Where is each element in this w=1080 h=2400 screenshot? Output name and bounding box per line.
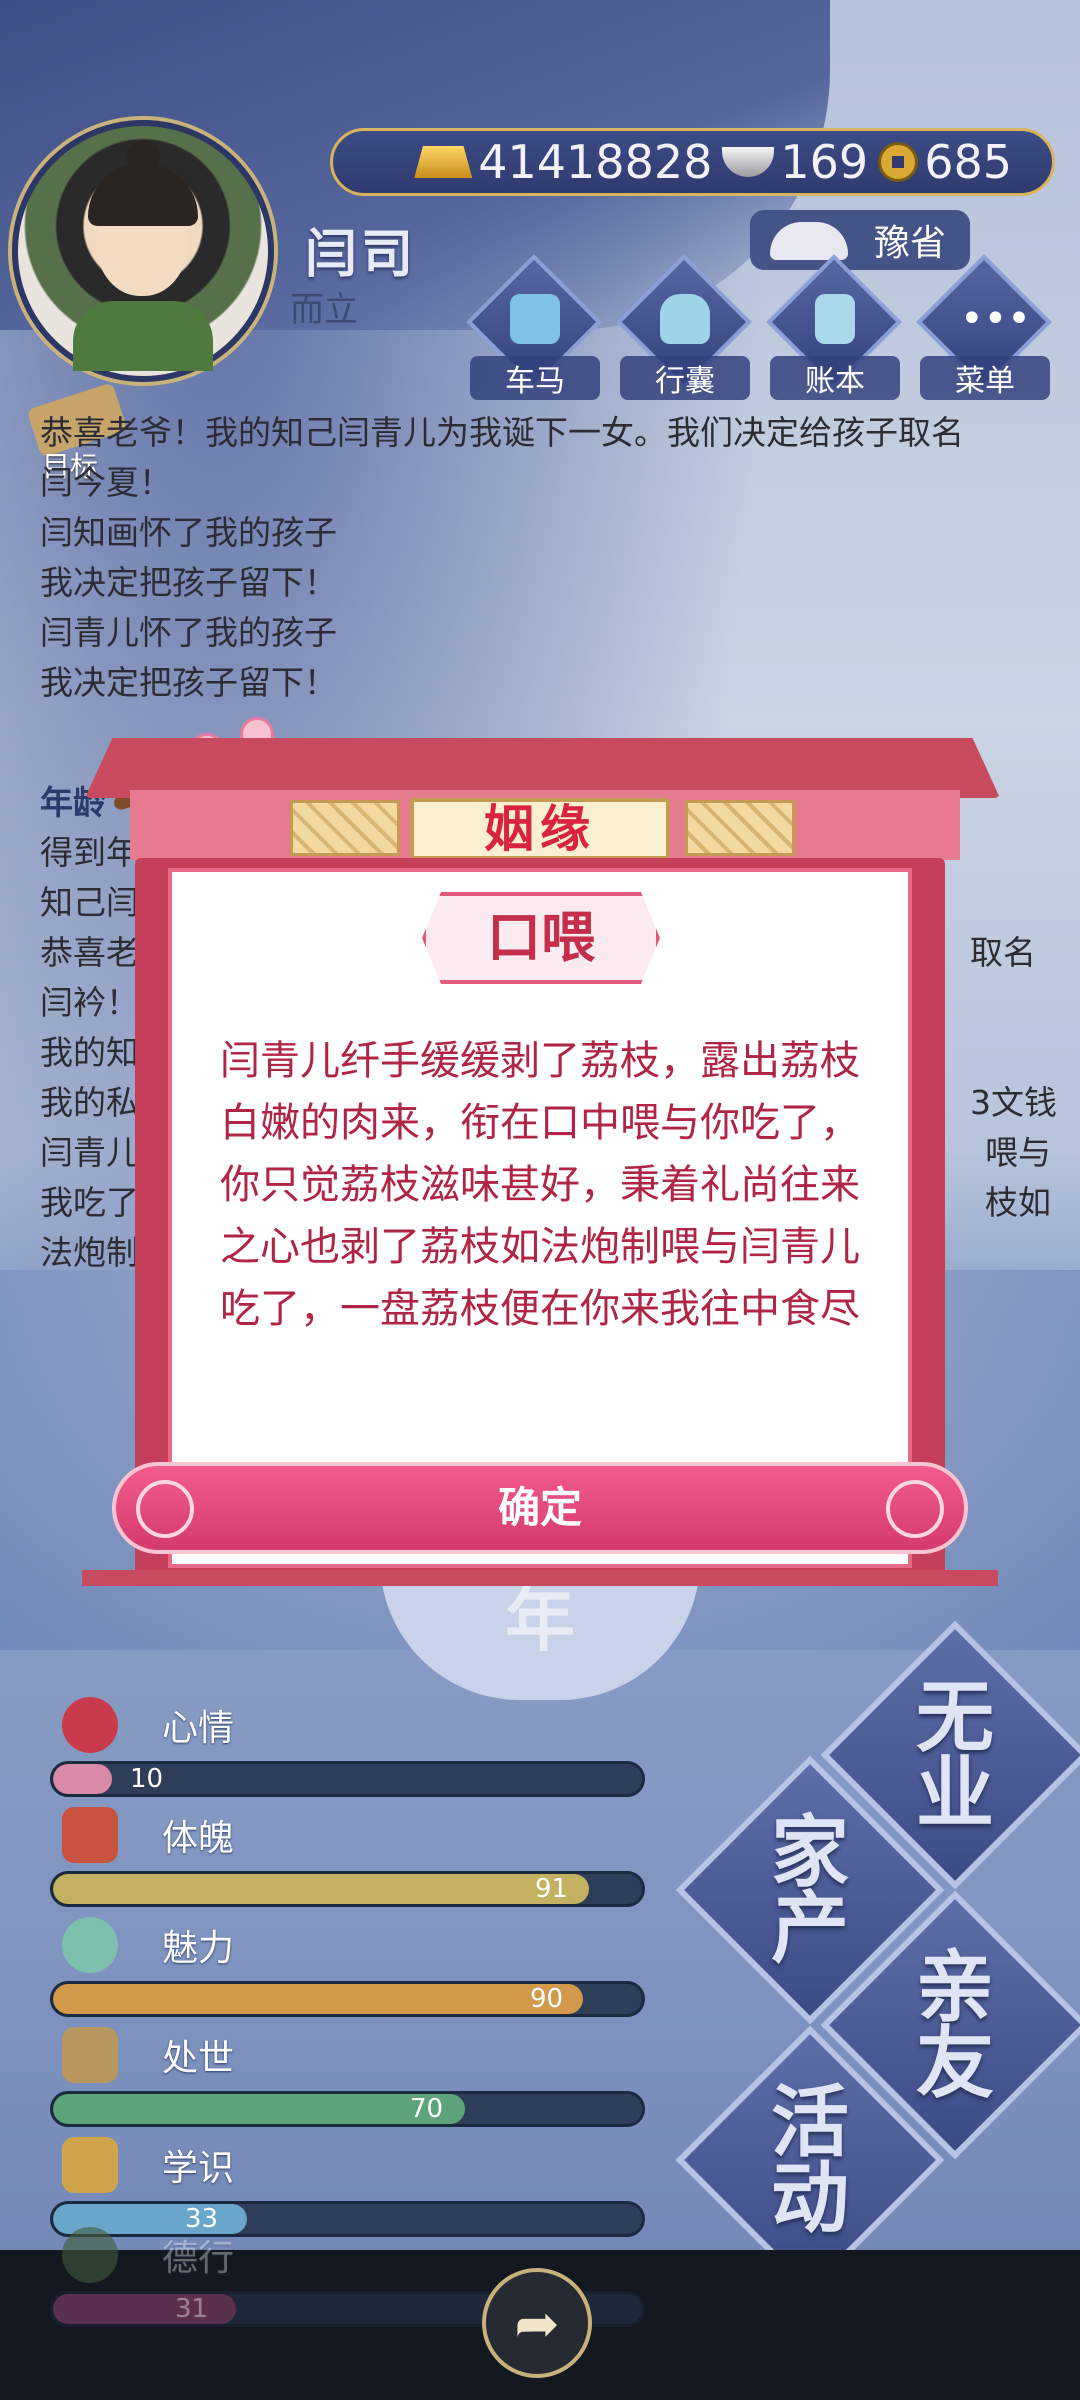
stat-fill	[53, 1874, 589, 1904]
confirm-button[interactable]: 确定	[112, 1462, 968, 1554]
bag-icon	[660, 294, 710, 344]
player-name: 闫司	[305, 225, 418, 285]
modal-roof	[85, 738, 1000, 798]
log-line: 闫知画怀了我的孩子	[40, 513, 337, 552]
kettlebell-icon	[62, 1807, 118, 1863]
carriage-icon	[510, 294, 560, 344]
log-line: 恭喜老爷！我的知己闫青儿为我诞下一女。我们决定给孩子取名	[40, 413, 964, 452]
carriage-button[interactable]: 车马	[466, 254, 602, 400]
silver-ingot-icon	[722, 147, 775, 177]
coin-amount: 685	[878, 135, 1012, 189]
ledger-book-icon	[815, 294, 855, 344]
cloud-swirl-icon	[886, 1480, 944, 1538]
lattice-ornament-right	[685, 800, 795, 856]
silver-amount: 169	[722, 135, 868, 189]
log-line: 闫青儿怀了我的孩子	[40, 613, 337, 652]
gold-amount: 41418828	[414, 135, 712, 189]
log-line: 闫今夏！	[40, 463, 172, 502]
share-button[interactable]: ➦	[482, 2268, 592, 2378]
event-message: 闫青儿纤手缓缓剥了荔枝，露出荔枝白嫩的肉来，衔在口中喂与你吃了，你只觉荔枝滋味甚…	[220, 1038, 860, 1332]
event-tag: 口喂	[422, 892, 660, 984]
log-line: 我决定把孩子留下！	[40, 563, 337, 602]
log-line: 我决定把孩子留下！	[40, 663, 337, 702]
activities-button[interactable]: 活动	[675, 2025, 945, 2295]
medallion-icon	[62, 2227, 118, 2283]
jade-icon	[62, 1917, 118, 1973]
more-dots-icon: •••	[960, 296, 1031, 342]
currency-bar: 41418828 169 685	[330, 128, 1055, 196]
province-badge[interactable]: 豫省	[750, 210, 970, 270]
official-hat-icon	[770, 222, 848, 260]
modal-base	[82, 1570, 998, 1586]
fan-icon	[62, 2027, 118, 2083]
lattice-ornament-left	[290, 800, 400, 856]
bag-button[interactable]: 行囊	[616, 254, 752, 400]
stat-physique: 体魄 91	[50, 1805, 650, 1915]
cloud-swirl-icon	[136, 1480, 194, 1538]
menu-button[interactable]: ••• 菜单	[916, 254, 1052, 400]
stat-fill	[53, 2294, 236, 2324]
player-avatar[interactable]	[12, 120, 274, 382]
stat-fill	[53, 2094, 466, 2124]
copper-coin-icon	[878, 142, 919, 182]
stat-mood: 心情 10	[50, 1695, 650, 1805]
share-icon: ➦	[514, 2291, 560, 2355]
stat-fill	[53, 1764, 112, 1794]
flower-icon	[62, 1697, 118, 1753]
modal-title: 姻缘	[410, 798, 670, 860]
stat-worldliness: 处世 70	[50, 2025, 650, 2135]
books-icon	[62, 2137, 118, 2193]
stat-fill	[53, 1984, 584, 2014]
player-age-title: 而立	[290, 290, 358, 330]
gold-ingot-icon	[414, 146, 473, 178]
stat-charm: 魅力 90	[50, 1915, 650, 2025]
ledger-button[interactable]: 账本	[766, 254, 902, 400]
